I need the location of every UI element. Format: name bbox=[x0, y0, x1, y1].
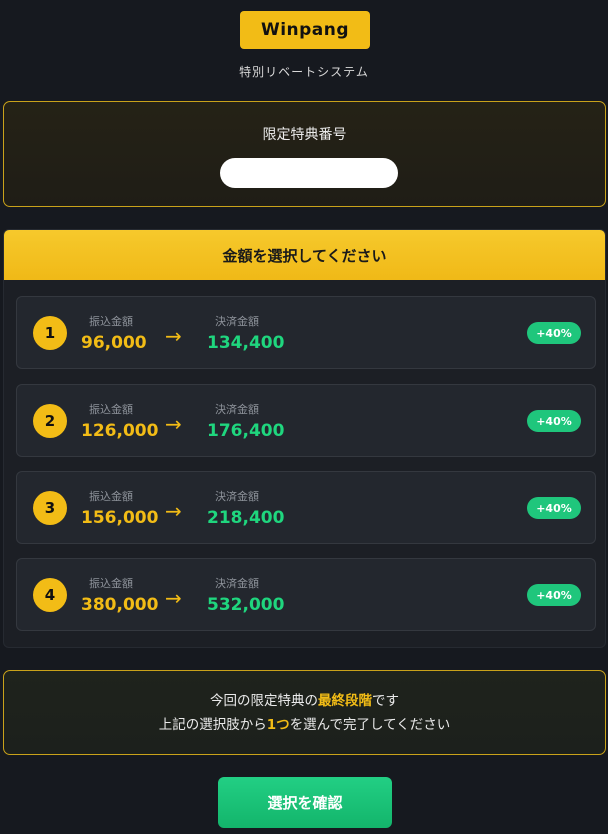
bonus-badge: +40% bbox=[527, 584, 581, 606]
notice-highlight: 1つ bbox=[266, 717, 290, 733]
deposit-amount: 振込金額 156,000 bbox=[81, 488, 158, 528]
payout-amount: 決済金額 532,000 bbox=[207, 575, 284, 615]
payout-label: 決済金額 bbox=[215, 490, 259, 503]
payout-label: 決済金額 bbox=[215, 577, 259, 590]
deposit-amount: 振込金額 96,000 bbox=[81, 313, 147, 353]
payout-amount: 決済金額 176,400 bbox=[207, 401, 284, 441]
payout-value: 532,000 bbox=[207, 595, 285, 615]
notice-text: です bbox=[372, 693, 399, 709]
notice-highlight: 最終段階 bbox=[318, 693, 372, 709]
payout-amount: 決済金額 218,400 bbox=[207, 488, 284, 528]
option-number: 3 bbox=[33, 491, 67, 525]
deposit-value: 156,000 bbox=[81, 508, 159, 528]
amount-option-4[interactable]: 4 振込金額 380,000 → 決済金額 532,000 +40% bbox=[16, 558, 596, 631]
amount-option-1[interactable]: 1 振込金額 96,000 → 決済金額 134,400 +40% bbox=[16, 296, 596, 369]
payout-value: 218,400 bbox=[207, 508, 285, 528]
deposit-amount: 振込金額 380,000 bbox=[81, 575, 158, 615]
deposit-amount: 振込金額 126,000 bbox=[81, 401, 158, 441]
bonus-badge: +40% bbox=[527, 497, 581, 519]
payout-value: 176,400 bbox=[207, 421, 285, 441]
payout-label: 決済金額 bbox=[215, 403, 259, 416]
bonus-code-label: 限定特典番号 bbox=[262, 127, 347, 143]
bonus-code-box: 限定特典番号 bbox=[3, 101, 606, 207]
brand-logo: Winpang bbox=[240, 11, 370, 49]
option-number: 2 bbox=[33, 404, 67, 438]
deposit-value: 126,000 bbox=[81, 421, 159, 441]
amount-selection-panel: 金額を選択してください 1 振込金額 96,000 → 決済金額 134,400… bbox=[3, 229, 606, 648]
confirm-selection-button[interactable]: 選択を確認 bbox=[218, 777, 392, 828]
arrow-right-icon: → bbox=[165, 499, 182, 523]
selection-header: 金額を選択してください bbox=[4, 230, 605, 280]
deposit-value: 96,000 bbox=[81, 333, 147, 353]
arrow-right-icon: → bbox=[165, 412, 182, 436]
notice-line-2: 上記の選択肢から1つを選んで完了してください bbox=[4, 713, 605, 737]
option-number: 1 bbox=[33, 316, 67, 350]
arrow-right-icon: → bbox=[165, 586, 182, 610]
notice-text: 今回の限定特典の bbox=[210, 693, 318, 709]
payout-label: 決済金額 bbox=[215, 315, 259, 328]
amount-option-3[interactable]: 3 振込金額 156,000 → 決済金額 218,400 +40% bbox=[16, 471, 596, 544]
amount-option-2[interactable]: 2 振込金額 126,000 → 決済金額 176,400 +40% bbox=[16, 384, 596, 457]
notice-text: 上記の選択肢から bbox=[158, 717, 267, 733]
option-number: 4 bbox=[33, 578, 67, 612]
deposit-label: 振込金額 bbox=[89, 315, 133, 328]
payout-value: 134,400 bbox=[207, 333, 285, 353]
final-stage-notice: 今回の限定特典の最終段階です 上記の選択肢から1つを選んで完了してください bbox=[3, 670, 606, 755]
deposit-label: 振込金額 bbox=[89, 490, 133, 503]
payout-amount: 決済金額 134,400 bbox=[207, 313, 284, 353]
arrow-right-icon: → bbox=[165, 324, 182, 348]
bonus-badge: +40% bbox=[527, 410, 581, 432]
notice-text: を選んで完了してください bbox=[289, 717, 451, 733]
deposit-label: 振込金額 bbox=[89, 577, 133, 590]
redacted-code-mask bbox=[220, 158, 398, 188]
deposit-label: 振込金額 bbox=[89, 403, 133, 416]
deposit-value: 380,000 bbox=[81, 595, 159, 615]
notice-line-1: 今回の限定特典の最終段階です bbox=[4, 689, 605, 713]
bonus-badge: +40% bbox=[527, 322, 581, 344]
brand-subtitle: 特別リベートシステム bbox=[239, 65, 369, 79]
